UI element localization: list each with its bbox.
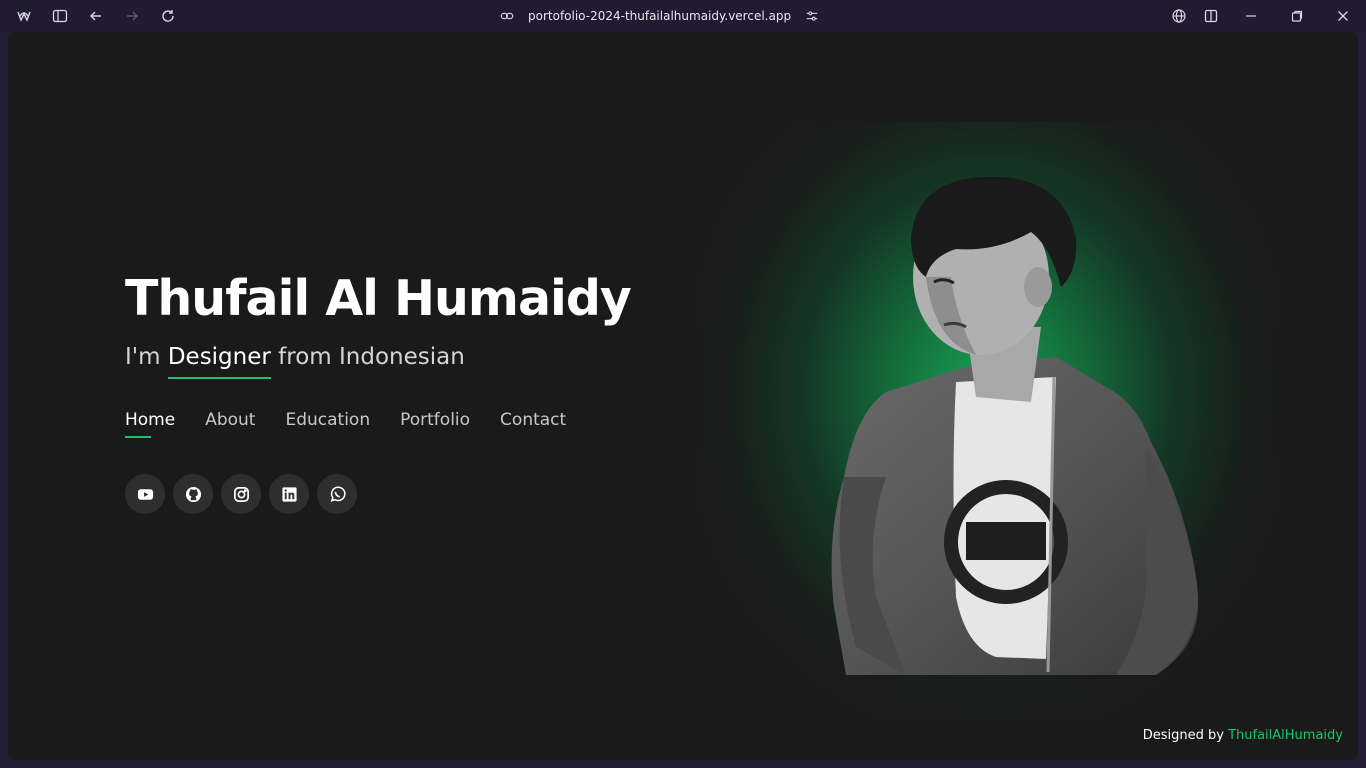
url-text[interactable]: portofolio-2024-thufailalhumaidy.vercel.… [528,9,791,23]
browser-toolbar: portofolio-2024-thufailalhumaidy.vercel.… [0,0,1366,32]
site-settings-icon[interactable] [805,9,819,23]
social-links [125,474,357,514]
linkedin-button[interactable] [269,474,309,514]
app-logo-icon[interactable] [14,6,34,26]
subtitle-suffix: from Indonesian [278,344,465,370]
github-button[interactable] [173,474,213,514]
nav-education[interactable]: Education [285,410,370,430]
footer-author-link[interactable]: ThufailAlHumaidy [1228,728,1343,743]
nav-about[interactable]: About [205,410,255,430]
github-icon [185,486,201,502]
main-nav: Home About Education Portfolio Contact [125,410,566,438]
subtitle-highlight: Designer [167,344,271,379]
nav-home[interactable]: Home [125,410,175,438]
footer-prefix: Designed by [1142,728,1224,743]
address-bar[interactable]: portofolio-2024-thufailalhumaidy.vercel.… [500,6,819,26]
linkedin-icon [281,486,297,502]
minimize-icon[interactable] [1241,6,1261,26]
reload-icon[interactable] [158,6,178,26]
footer-credit: Designed by ThufailAlHumaidy [1143,728,1343,743]
youtube-button[interactable] [125,474,165,514]
profile-photo [831,177,1199,675]
globe-icon[interactable] [1169,6,1189,26]
sidebar-toggle-icon[interactable] [50,6,70,26]
hero-subtitle: I'm Designer from Indonesian [125,344,465,379]
whatsapp-button[interactable] [317,474,357,514]
split-view-icon[interactable] [1201,6,1221,26]
hero-name: Thufail Al Humaidy [125,270,632,327]
restore-icon[interactable] [1287,6,1307,26]
nav-contact[interactable]: Contact [500,410,566,430]
close-icon[interactable] [1333,6,1353,26]
back-arrow-icon[interactable] [86,6,106,26]
whatsapp-icon [330,485,346,502]
link-icon [500,12,514,20]
youtube-icon [137,488,153,500]
subtitle-prefix: I'm [125,344,161,370]
page-viewport: Thufail Al Humaidy I'm Designer from Ind… [8,32,1358,760]
nav-portfolio[interactable]: Portfolio [400,410,470,430]
forward-arrow-icon[interactable] [122,6,142,26]
instagram-button[interactable] [221,474,261,514]
instagram-icon [233,486,249,502]
